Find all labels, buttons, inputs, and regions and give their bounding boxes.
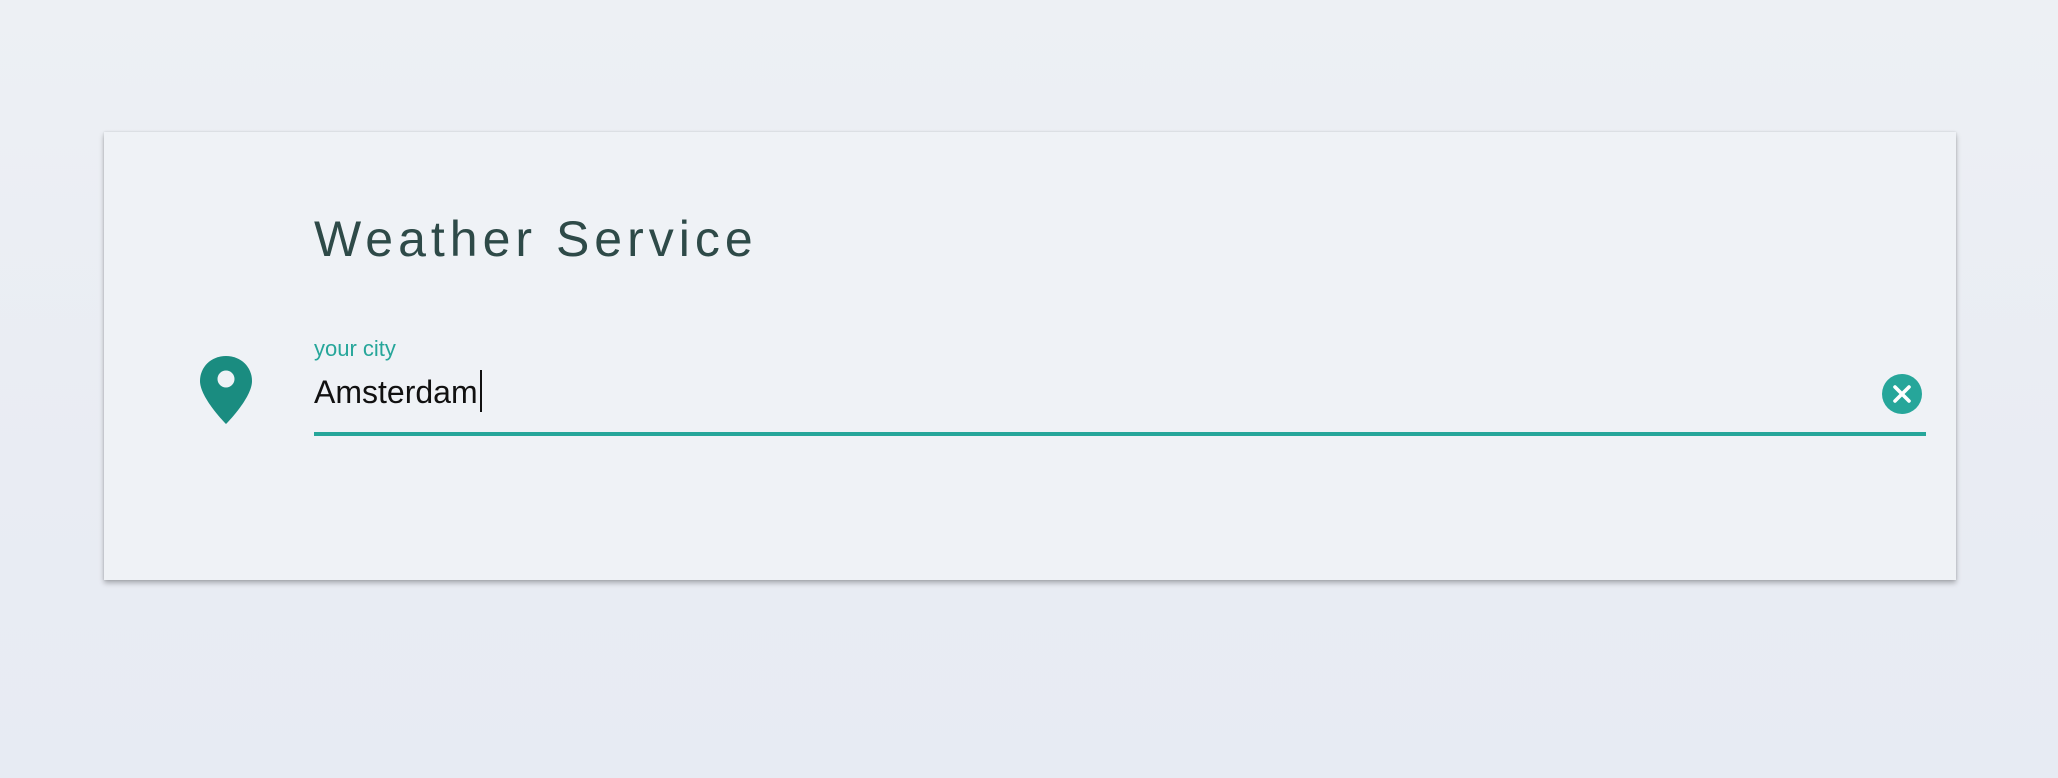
map-marker-icon	[198, 354, 254, 426]
city-input[interactable]	[314, 368, 1854, 416]
clear-button[interactable]	[1882, 374, 1922, 414]
city-field: your city	[314, 338, 1926, 438]
text-cursor	[480, 370, 482, 412]
close-icon	[1893, 385, 1911, 403]
input-underline	[314, 432, 1926, 436]
city-field-label: your city	[314, 336, 396, 361]
page-title: Weather Service	[314, 211, 758, 267]
weather-card: Weather Service your city	[104, 132, 1956, 580]
